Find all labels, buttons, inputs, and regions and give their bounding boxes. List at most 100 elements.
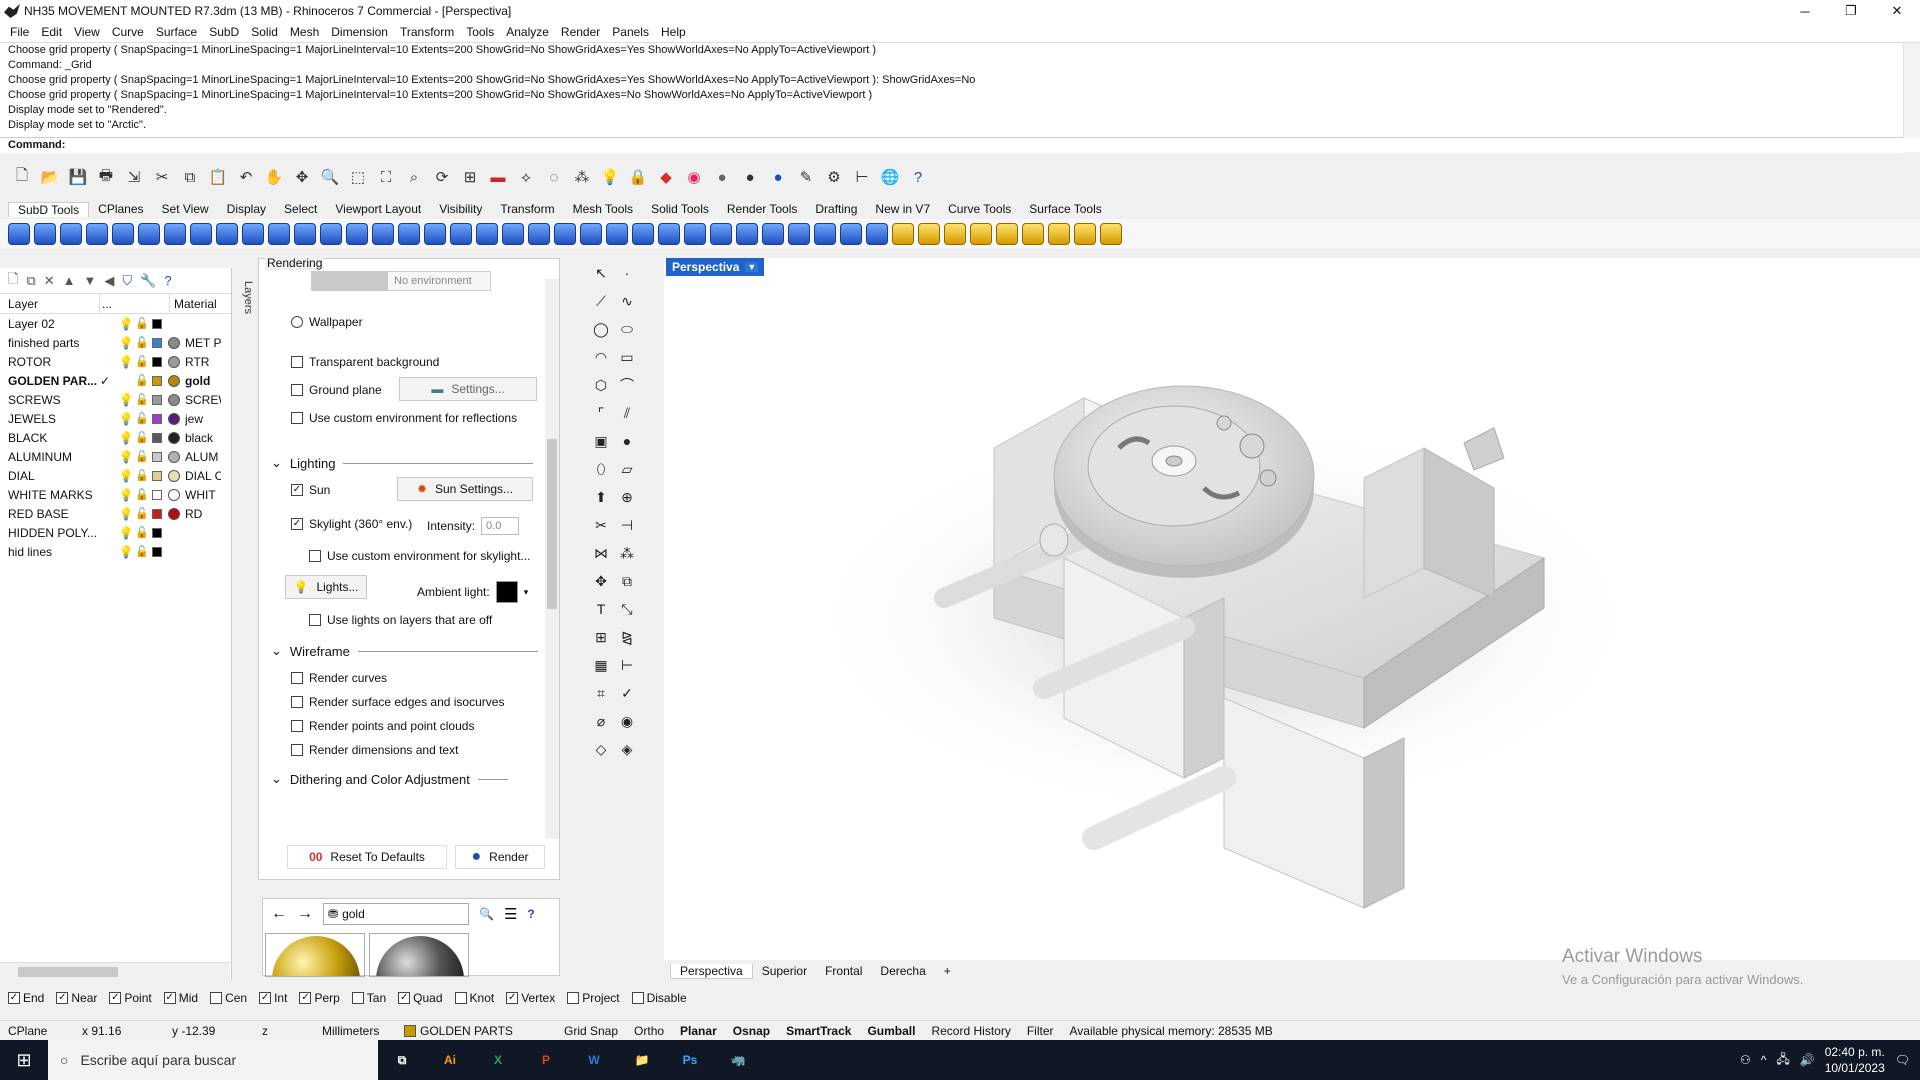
- select-arrow-icon[interactable]: ↖: [590, 262, 612, 284]
- visibility-bulb-icon[interactable]: 💡: [118, 545, 134, 559]
- tab-new-in-v7[interactable]: New in V7: [866, 202, 939, 216]
- polyline-icon[interactable]: ⟋: [590, 290, 612, 312]
- osnap-checkbox[interactable]: [210, 992, 223, 1004]
- visibility-bulb-icon[interactable]: 💡: [118, 393, 134, 407]
- layer-color-swatch[interactable]: [152, 394, 162, 405]
- osnap-option[interactable]: Project: [567, 991, 620, 1005]
- osnap-toggle[interactable]: Osnap: [725, 1024, 778, 1038]
- material-swatch[interactable]: [168, 393, 180, 406]
- environment-dropdown[interactable]: No environment: [311, 271, 491, 291]
- osnap-checkbox[interactable]: [567, 992, 580, 1004]
- osnap-checkbox[interactable]: [631, 992, 644, 1004]
- tab-solid-tools[interactable]: Solid Tools: [642, 202, 718, 216]
- subd-weld-icon[interactable]: [606, 223, 628, 245]
- osnap-option[interactable]: ✓ Quad: [398, 991, 443, 1005]
- menu-file[interactable]: File: [4, 25, 35, 39]
- rhino-app-icon[interactable]: 🦏: [714, 1040, 762, 1080]
- options-gear-icon[interactable]: ⚙: [822, 165, 846, 189]
- add-viewport-tab-button[interactable]: +: [935, 964, 960, 978]
- subd-curve-icon[interactable]: [242, 223, 264, 245]
- word-app-icon[interactable]: W: [570, 1040, 618, 1080]
- task-view-icon[interactable]: ⧉: [378, 1040, 426, 1080]
- osnap-checkbox[interactable]: ✓: [8, 992, 20, 1004]
- menu-edit[interactable]: Edit: [35, 25, 68, 39]
- visibility-bulb-icon[interactable]: 💡: [118, 431, 134, 445]
- scale-icon[interactable]: ⤡: [616, 598, 638, 620]
- array-icon[interactable]: ⊞: [590, 626, 612, 648]
- back-arrow-icon[interactable]: ←: [271, 905, 287, 923]
- lock-icon[interactable]: 🔓: [134, 412, 150, 425]
- menu-subd[interactable]: SubD: [203, 25, 245, 39]
- system-clock[interactable]: 02:40 p. m. 10/01/2023: [1825, 1044, 1885, 1076]
- taskbar-search-input[interactable]: ○ Escribe aquí para buscar: [48, 1040, 378, 1080]
- subd-ball-icon[interactable]: [138, 223, 160, 245]
- transparent-bg-checkbox[interactable]: [291, 356, 303, 368]
- osnap-option[interactable]: Tan: [351, 991, 386, 1005]
- subd-slide-icon[interactable]: [554, 223, 576, 245]
- visibility-bulb-icon[interactable]: 💡: [118, 336, 134, 350]
- subd-loft-icon[interactable]: [268, 223, 290, 245]
- osnap-option[interactable]: Knot: [454, 991, 494, 1005]
- layer-color-swatch[interactable]: [152, 489, 162, 500]
- network-icon[interactable]: 🖧: [1776, 1050, 1789, 1071]
- lock-icon[interactable]: 🔓: [134, 431, 150, 444]
- tab-curve-tools[interactable]: Curve Tools: [939, 202, 1020, 216]
- osnap-checkbox[interactable]: ✓: [56, 992, 69, 1004]
- ground-plane-checkbox[interactable]: [291, 384, 303, 396]
- maximize-button[interactable]: ❐: [1828, 0, 1874, 22]
- layer-name[interactable]: hid lines: [0, 545, 100, 559]
- subd-append-icon[interactable]: [450, 223, 472, 245]
- freeform-icon[interactable]: ⌒: [616, 374, 638, 396]
- osnap-checkbox[interactable]: ✓: [163, 992, 176, 1004]
- layer-row[interactable]: BLACK 💡 🔓 black: [0, 428, 231, 447]
- menu-mesh[interactable]: Mesh: [284, 25, 325, 39]
- sun-option[interactable]: ✓ Sun: [291, 483, 330, 497]
- record-history-toggle[interactable]: Record History: [923, 1024, 1018, 1038]
- move-up-icon[interactable]: ▲: [63, 273, 76, 288]
- select-icon[interactable]: ⟡: [514, 165, 538, 189]
- history-scrollbar[interactable]: [1903, 43, 1920, 138]
- ambient-color-swatch[interactable]: [495, 581, 518, 603]
- zoom-selected-icon[interactable]: ⌕: [402, 165, 426, 189]
- tab-visibility[interactable]: Visibility: [430, 202, 491, 216]
- illustrator-app-icon[interactable]: Ai: [426, 1040, 474, 1080]
- subd-ellipsoid-icon[interactable]: [164, 223, 186, 245]
- tray-overflow-icon[interactable]: ^: [1761, 1053, 1767, 1067]
- lock-icon[interactable]: 🔓: [134, 393, 150, 406]
- transparent-bg-option[interactable]: Transparent background: [291, 355, 439, 369]
- subd-sweep-icon[interactable]: [294, 223, 316, 245]
- mesh-icon[interactable]: ◇: [590, 738, 612, 760]
- subd-match-icon[interactable]: [736, 223, 758, 245]
- rotate-view-icon[interactable]: ⟳: [430, 165, 454, 189]
- current-layer-check[interactable]: ✓: [100, 374, 118, 388]
- lock-icon[interactable]: 🔓: [134, 545, 150, 558]
- render-points-checkbox[interactable]: [291, 720, 303, 732]
- sphere-icon[interactable]: ●: [616, 430, 638, 452]
- layer-color-swatch[interactable]: [152, 470, 162, 481]
- render-sphere-icon[interactable]: ●: [710, 165, 734, 189]
- render-dimensions-option[interactable]: Render dimensions and text: [291, 743, 458, 757]
- ground-plane-settings-button[interactable]: ▬ Settings...: [399, 377, 537, 401]
- layer-row[interactable]: SCREWS 💡🔓 SCREW: [0, 390, 231, 409]
- text-icon[interactable]: T: [590, 598, 612, 620]
- grid-snap-toggle[interactable]: Grid Snap: [556, 1024, 626, 1038]
- visibility-bulb-icon[interactable]: 💡: [118, 488, 134, 502]
- close-button[interactable]: ✕: [1874, 0, 1920, 22]
- zoom-extents-icon[interactable]: ⛶: [374, 165, 398, 189]
- lock-icon[interactable]: 🔓: [134, 507, 150, 520]
- tab-surface-tools[interactable]: Surface Tools: [1020, 202, 1111, 216]
- menu-solid[interactable]: Solid: [245, 25, 284, 39]
- menu-analyze[interactable]: Analyze: [500, 25, 555, 39]
- skylight-option[interactable]: ✓ Skylight (360° env.): [291, 517, 412, 531]
- layer-name[interactable]: finished parts: [0, 336, 100, 350]
- custom-env-reflections-checkbox[interactable]: [291, 412, 303, 424]
- wireframe-section[interactable]: ⌄ Wireframe: [271, 643, 538, 659]
- osnap-checkbox[interactable]: [454, 992, 467, 1004]
- layer-name[interactable]: ROTOR: [0, 355, 100, 369]
- tab-set-view[interactable]: Set View: [153, 202, 218, 216]
- forward-arrow-icon[interactable]: →: [297, 905, 313, 923]
- windows-start-icon[interactable]: ⊞: [0, 1040, 48, 1080]
- layer-row[interactable]: WHITE MARKS 💡 🔓 WHIT: [0, 485, 231, 504]
- render-points-option[interactable]: Render points and point clouds: [291, 719, 474, 733]
- material-swatch[interactable]: [168, 450, 180, 463]
